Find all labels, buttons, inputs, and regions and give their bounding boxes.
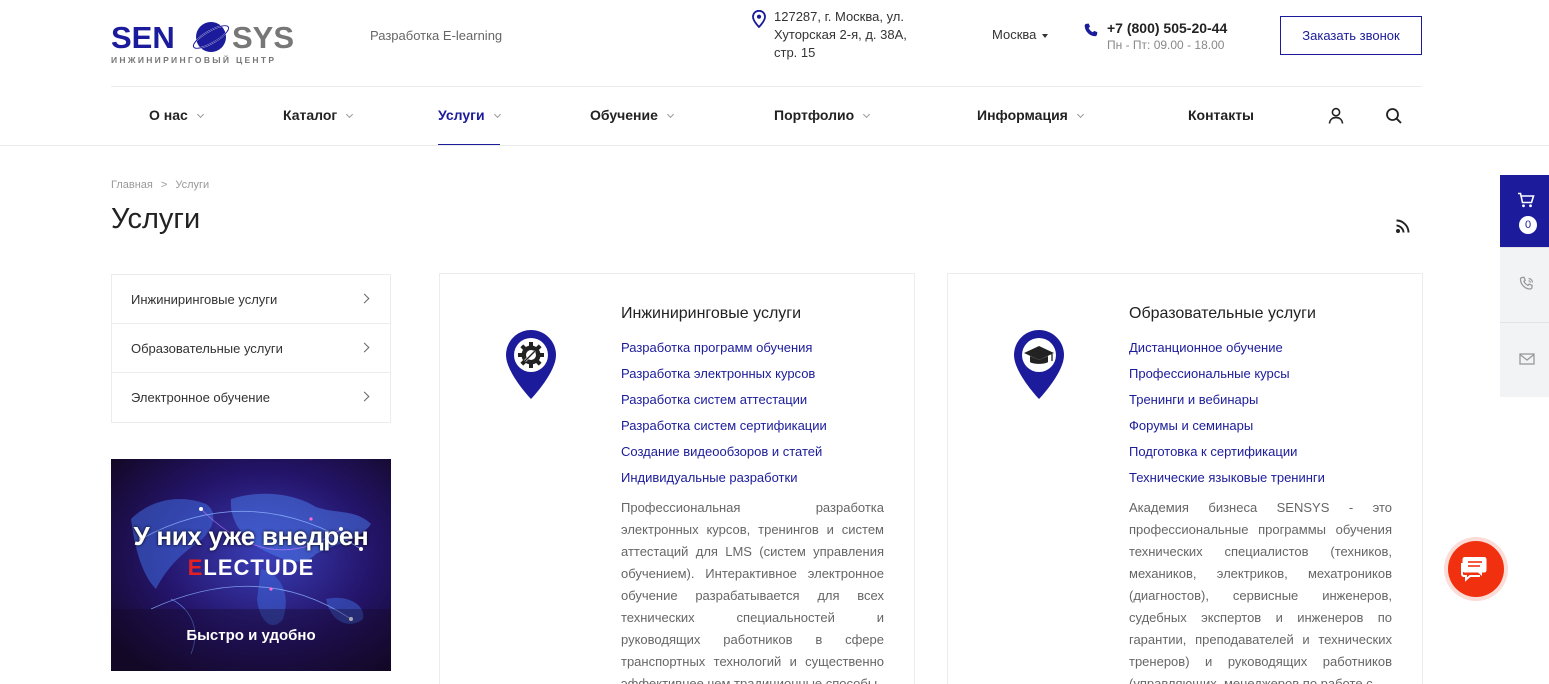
nav-item-label: Каталог [283, 107, 338, 123]
nav-item-services[interactable]: Услуги [438, 107, 501, 146]
card-title: Инжиниринговые услуги [621, 305, 802, 322]
phone-ring-icon [1519, 276, 1534, 290]
chevron-down-icon [196, 110, 204, 119]
nav-divider [0, 145, 1549, 146]
sidebar-item-label: Образовательные услуги [131, 340, 283, 356]
page-title: Услуги [111, 203, 201, 235]
chevron-down-icon [1076, 110, 1084, 119]
service-card-engineering: Инжиниринговые услуги Разработка програм… [439, 273, 915, 684]
card-link[interactable]: Дистанционное обучение [1129, 335, 1325, 361]
nav-item-portfolio[interactable]: Портфолио [774, 107, 871, 123]
nav-item-catalog[interactable]: Каталог [283, 107, 354, 123]
banner-brand-rest: LECTUDE [203, 555, 315, 580]
callback-button[interactable]: Заказать звонок [1280, 16, 1422, 55]
card-link[interactable]: Форумы и семинары [1129, 413, 1325, 439]
cart-icon [1518, 192, 1535, 208]
card-link[interactable]: Подготовка к сертификации [1129, 439, 1325, 465]
nav-item-label: Портфолио [774, 107, 855, 123]
chevron-down-icon [863, 110, 871, 119]
mail-icon [1519, 353, 1535, 365]
breadcrumb: Главная > Услуги [111, 179, 209, 191]
banner-brand-first-letter: E [187, 555, 204, 580]
address-line: стр. 15 [774, 45, 816, 60]
card-link[interactable]: Разработка систем аттестации [621, 387, 827, 413]
sidebar-item-label: Электронное обучение [131, 390, 270, 405]
service-card-educational: Образовательные услуги Дистанционное обу… [947, 273, 1423, 684]
logo[interactable]: SEN SYS ИНЖИНИРИНГОВЫЙ ЦЕНТР [111, 10, 307, 66]
chevron-right-icon [359, 342, 370, 353]
nav-item-label: О нас [149, 107, 188, 123]
search-icon[interactable] [1385, 107, 1403, 125]
card-link[interactable]: Технические языковые тренинги [1129, 465, 1325, 491]
nav-item-contacts[interactable]: Контакты [1188, 107, 1254, 123]
header: SEN SYS ИНЖИНИРИНГОВЫЙ ЦЕНТР Разработка … [0, 0, 1549, 86]
rss-icon[interactable] [1395, 218, 1411, 234]
card-description: Академия бизнеса SENSYS - это профессион… [1129, 500, 1392, 684]
nav-item-education[interactable]: Обучение [590, 107, 674, 123]
sidebar-item-engineering[interactable]: Инжиниринговые услуги [112, 275, 390, 324]
breadcrumb-separator: > [160, 179, 168, 191]
location-pin-icon [752, 10, 766, 28]
card-link[interactable]: Создание видеообзоров и статей [621, 439, 827, 465]
logo-subtitle: ИНЖИНИРИНГОВЫЙ ЦЕНТР [111, 54, 276, 65]
card-link[interactable]: Разработка систем сертификации [621, 413, 827, 439]
nav-item-label: Информация [977, 107, 1068, 123]
card-link[interactable]: Тренинги и вебинары [1129, 387, 1325, 413]
card-links: Дистанционное обучение Профессиональные … [1129, 335, 1325, 491]
logo-text-right: SYS [232, 20, 294, 55]
nav-item-information[interactable]: Информация [977, 107, 1084, 123]
city-label: Москва [992, 27, 1037, 42]
banner-subline: Быстро и удобно [186, 627, 316, 644]
banner-brand: ELECTUDE [111, 555, 391, 581]
main-nav: О нас Каталог Услуги Обучение Портфолио … [111, 86, 1422, 146]
caret-down-icon [1042, 33, 1049, 38]
graduation-cap-icon [1014, 330, 1064, 399]
tagline: Разработка E-learning [370, 28, 503, 43]
breadcrumb-current: Услуги [175, 179, 210, 191]
nav-item-label: Обучение [590, 107, 658, 123]
logo-text-left: SEN [111, 20, 175, 55]
card-link[interactable]: Разработка электронных курсов [621, 361, 827, 387]
sidebar-item-educational[interactable]: Образовательные услуги [112, 324, 390, 373]
sidebar-menu: Инжиниринговые услуги Образовательные ус… [111, 274, 391, 423]
cart-count-badge: 0 [1519, 216, 1537, 234]
chat-bubble-icon [1461, 557, 1487, 582]
card-title: Образовательные услуги [1129, 305, 1316, 322]
phone-number[interactable]: +7 (800) 505-20-44 [1107, 20, 1227, 36]
address-line: 127287, г. Москва, ул. [774, 9, 904, 24]
card-link[interactable]: Профессиональные курсы [1129, 361, 1325, 387]
chevron-down-icon [666, 110, 674, 119]
phone-block: +7 (800) 505-20-44 Пн - Пт: 09.00 - 18.0… [1084, 20, 1227, 54]
address-block: 127287, г. Москва, ул. Хуторская 2-я, д.… [752, 8, 922, 62]
promo-banner[interactable]: У них уже внедрен ELECTUDE Быстро и удоб… [111, 459, 391, 671]
chevron-down-icon [493, 110, 501, 119]
nav-item-label: Услуги [438, 107, 485, 123]
gear-wrench-icon [506, 330, 556, 399]
card-description: Профессиональная разработка электронных … [621, 500, 884, 684]
user-icon[interactable] [1327, 107, 1345, 125]
address-line: Хуторская 2-я, д. 38А, [774, 27, 907, 42]
sidebar-item-label: Инжиниринговые услуги [131, 291, 278, 307]
banner-headline: У них уже внедрен [133, 521, 369, 551]
card-links: Разработка программ обучения Разработка … [621, 335, 827, 491]
breadcrumb-home-link[interactable]: Главная [111, 179, 153, 191]
callback-tab[interactable] [1500, 247, 1549, 322]
cart-tab[interactable]: 0 [1500, 175, 1549, 247]
nav-item-about[interactable]: О нас [149, 107, 204, 123]
working-hours: Пн - Пт: 09.00 - 18.00 [1107, 38, 1225, 52]
city-selector[interactable]: Москва [992, 27, 1049, 42]
chevron-down-icon [346, 110, 354, 119]
chevron-right-icon [359, 391, 370, 402]
nav-item-label: Контакты [1188, 107, 1255, 123]
chat-button[interactable] [1444, 537, 1508, 601]
chevron-right-icon [359, 293, 370, 304]
phone-icon [1084, 23, 1098, 37]
card-link[interactable]: Разработка программ обучения [621, 335, 827, 361]
sidebar-item-elearning[interactable]: Электронное обучение [112, 373, 390, 422]
card-link[interactable]: Индивидуальные разработки [621, 465, 827, 491]
mail-tab[interactable] [1500, 322, 1549, 397]
